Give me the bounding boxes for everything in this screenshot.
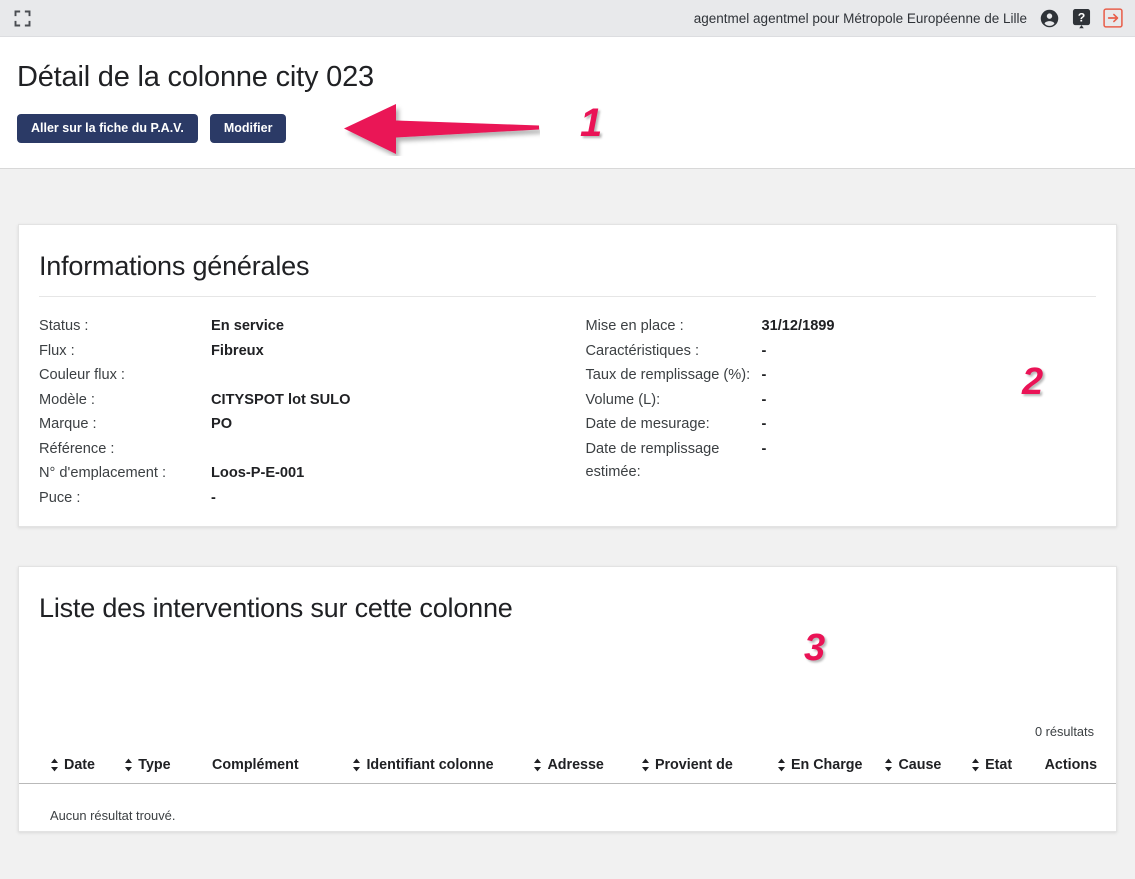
interventions-list-card: Liste des interventions sur cette colonn… <box>18 566 1117 832</box>
info-value: - <box>762 438 767 485</box>
column-header-etat[interactable]: Etat <box>971 751 1044 784</box>
header-action-buttons: Aller sur la fiche du P.A.V. Modifier <box>17 114 286 143</box>
edit-button[interactable]: Modifier <box>210 114 287 143</box>
column-header-actions: Actions <box>1045 751 1116 784</box>
empty-state-message: Aucun résultat trouvé. <box>19 784 1116 824</box>
information-column-right: Mise en place : 31/12/1899 Caractéristiq… <box>568 315 1097 511</box>
info-row: Mise en place : 31/12/1899 <box>586 315 1097 339</box>
interventions-list-heading: Liste des interventions sur cette colonn… <box>19 567 1116 624</box>
column-header-label: Adresse <box>547 757 603 773</box>
info-row: Caractéristiques : - <box>586 340 1097 364</box>
info-label: Puce : <box>39 487 211 511</box>
info-row: Volume (L): - <box>586 389 1097 413</box>
info-row: Date de remplissage estimée: - <box>586 438 1097 485</box>
info-value: PO <box>211 413 232 437</box>
info-row: Taux de remplissage (%): - <box>586 364 1097 388</box>
info-label: Date de remplissage estimée: <box>586 438 762 485</box>
account-circle-icon[interactable] <box>1039 8 1060 29</box>
page-header-band: Détail de la colonne city 023 Aller sur … <box>0 37 1135 169</box>
page-root: agentmel agentmel pour Métropole Europée… <box>0 0 1135 879</box>
column-header-provient-de[interactable]: Provient de <box>641 751 777 784</box>
information-column-left: Status : En service Flux : Fibreux Coule… <box>39 315 568 511</box>
info-label: Taux de remplissage (%): <box>586 364 762 388</box>
column-header-complement[interactable]: Complément <box>212 751 352 784</box>
fullscreen-icon[interactable] <box>4 0 40 36</box>
info-value: - <box>762 340 767 364</box>
info-value: - <box>211 487 216 511</box>
go-to-pav-sheet-button[interactable]: Aller sur la fiche du P.A.V. <box>17 114 198 143</box>
info-label: Status : <box>39 315 211 339</box>
info-row: Flux : Fibreux <box>39 340 568 364</box>
column-header-label: Date <box>64 757 95 773</box>
sort-icon[interactable] <box>124 758 133 772</box>
column-header-label: Identifiant colonne <box>366 757 493 773</box>
column-header-label: Actions <box>1045 757 1097 773</box>
sort-icon[interactable] <box>352 758 361 772</box>
info-label: Référence : <box>39 438 211 462</box>
info-label: Date de mesurage: <box>586 413 762 437</box>
column-header-date[interactable]: Date <box>19 751 124 784</box>
info-row: Couleur flux : <box>39 364 568 388</box>
interventions-table-body: Aucun résultat trouvé. <box>19 784 1116 824</box>
sort-icon[interactable] <box>641 758 650 772</box>
column-header-label: Provient de <box>655 757 733 773</box>
info-label: N° d'emplacement : <box>39 462 211 486</box>
column-header-identifiant-colonne[interactable]: Identifiant colonne <box>352 751 533 784</box>
info-label: Couleur flux : <box>39 364 211 388</box>
sort-icon[interactable] <box>533 758 542 772</box>
info-value: - <box>762 413 767 437</box>
column-header-type[interactable]: Type <box>124 751 212 784</box>
column-header-adresse[interactable]: Adresse <box>533 751 641 784</box>
information-columns: Status : En service Flux : Fibreux Coule… <box>19 297 1116 511</box>
column-header-label: Complément <box>212 757 299 773</box>
info-value: Loos-P-E-001 <box>211 462 304 486</box>
info-value: CITYSPOT lot SULO <box>211 389 350 413</box>
info-value: - <box>762 389 767 413</box>
svg-text:?: ? <box>1078 10 1086 24</box>
logout-icon[interactable] <box>1103 8 1123 28</box>
top-bar-right-group: agentmel agentmel pour Métropole Europée… <box>694 8 1135 29</box>
help-icon[interactable]: ? <box>1072 8 1091 29</box>
table-header-row: Date Type <box>19 751 1116 784</box>
column-header-label: Cause <box>898 757 941 773</box>
info-value: - <box>762 364 767 388</box>
info-value: 31/12/1899 <box>762 315 835 339</box>
info-value: En service <box>211 315 284 339</box>
general-information-heading: Informations générales <box>19 225 1116 282</box>
info-label: Mise en place : <box>586 315 762 339</box>
info-label: Marque : <box>39 413 211 437</box>
empty-state-row: Aucun résultat trouvé. <box>19 784 1116 824</box>
info-row: Date de mesurage: - <box>586 413 1097 437</box>
top-bar: agentmel agentmel pour Métropole Europée… <box>0 0 1135 37</box>
sort-icon[interactable] <box>971 758 980 772</box>
user-label: agentmel agentmel pour Métropole Europée… <box>694 11 1027 26</box>
sort-icon[interactable] <box>777 758 786 772</box>
page-title: Détail de la colonne city 023 <box>17 61 374 94</box>
info-row: Status : En service <box>39 315 568 339</box>
info-label: Caractéristiques : <box>586 340 762 364</box>
info-row: Modèle : CITYSPOT lot SULO <box>39 389 568 413</box>
interventions-table: Date Type <box>19 751 1116 823</box>
info-label: Flux : <box>39 340 211 364</box>
info-row: Puce : - <box>39 487 568 511</box>
info-label: Volume (L): <box>586 389 762 413</box>
general-information-card: Informations générales Status : En servi… <box>18 224 1117 527</box>
column-header-en-charge[interactable]: En Charge <box>777 751 885 784</box>
column-header-cause[interactable]: Cause <box>884 751 971 784</box>
column-header-label: Type <box>138 757 170 773</box>
info-label: Modèle : <box>39 389 211 413</box>
info-value: Fibreux <box>211 340 264 364</box>
results-count: 0 résultats <box>19 724 1116 739</box>
info-row: Marque : PO <box>39 413 568 437</box>
sort-icon[interactable] <box>50 758 59 772</box>
sort-icon[interactable] <box>884 758 893 772</box>
column-header-label: En Charge <box>791 757 863 773</box>
column-header-label: Etat <box>985 757 1012 773</box>
info-row: Référence : <box>39 438 568 462</box>
info-row: N° d'emplacement : Loos-P-E-001 <box>39 462 568 486</box>
